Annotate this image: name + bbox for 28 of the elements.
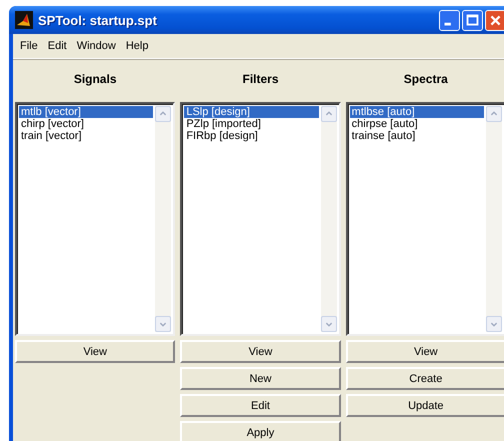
list-item[interactable]: FIRbp [design] xyxy=(184,130,319,142)
list-item[interactable]: LSlp [design] xyxy=(184,106,319,118)
menu-item[interactable]: File xyxy=(15,40,43,52)
list-item[interactable]: PZlp [imported] xyxy=(184,118,319,130)
list-box[interactable]: mtlb [vector] chirp [vector] train [vector] xyxy=(15,102,176,336)
panel-button[interactable]: New xyxy=(180,367,341,390)
list-item[interactable]: train [vector] xyxy=(19,130,154,142)
list-item[interactable]: chirp [vector] xyxy=(19,118,154,130)
panel-button[interactable]: Apply xyxy=(180,421,341,441)
panel-heading: Spectra xyxy=(404,71,448,88)
panel-button[interactable]: View xyxy=(180,340,341,363)
list-box[interactable]: mtlbse [auto] chirpse [auto] trainse [auto] xyxy=(346,102,504,336)
menu-item[interactable]: Edit xyxy=(42,40,72,52)
panel-button[interactable]: View xyxy=(15,340,176,363)
panel-heading: Signals xyxy=(74,71,116,88)
menu-item[interactable]: Window xyxy=(72,40,121,52)
list-item[interactable]: mtlbse [auto] xyxy=(350,106,484,118)
window-title: SPTool: startup.spt xyxy=(38,12,158,28)
panel-button[interactable]: Create xyxy=(346,367,504,390)
panel-button[interactable]: Update xyxy=(346,394,504,417)
list-item[interactable]: chirpse [auto] xyxy=(350,118,484,130)
panel-heading: Filters xyxy=(242,71,278,88)
menu-item[interactable]: Help xyxy=(120,40,154,52)
list-box[interactable]: LSlp [design] PZlp [imported] FIRbp [design] xyxy=(180,102,341,336)
list-item[interactable]: trainse [auto] xyxy=(350,130,484,142)
panel-button[interactable]: Edit xyxy=(180,394,341,417)
list-item[interactable]: mtlb [vector] xyxy=(19,106,154,118)
panel-button[interactable]: View xyxy=(346,340,504,363)
